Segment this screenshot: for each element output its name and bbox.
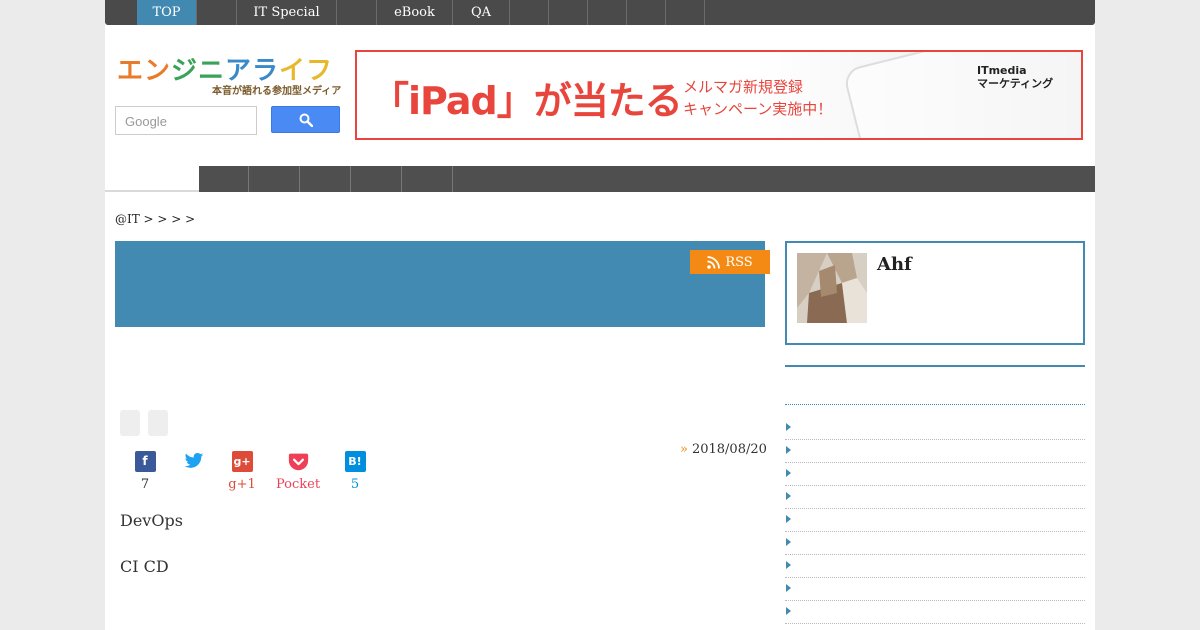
- banner-text: メルマガ新規登録 キャンペーン実施中！: [683, 76, 832, 120]
- share-pocket[interactable]: Pocket: [271, 451, 325, 492]
- bullet-arrow-icon: [786, 607, 791, 615]
- nav-item-9[interactable]: [588, 0, 627, 25]
- share-google-plus[interactable]: g+ g+1: [217, 451, 267, 492]
- pocket-icon: [288, 453, 308, 471]
- sidebar-link[interactable]: [785, 463, 1085, 486]
- sidebar-link[interactable]: [785, 601, 1085, 624]
- sub-nav-item[interactable]: [402, 166, 453, 192]
- share-facebook[interactable]: f 7: [120, 451, 170, 492]
- logo-tagline: 本音が語れる参加型メディア: [212, 86, 342, 97]
- sidebar-divider: [785, 365, 1085, 367]
- nav-item-10[interactable]: [627, 0, 666, 25]
- author-name[interactable]: Ahf: [877, 254, 912, 275]
- bullet-arrow-icon: [786, 584, 791, 592]
- sidebar-link[interactable]: [785, 486, 1085, 509]
- author-profile: Ahf: [785, 241, 1085, 345]
- sidebar-link[interactable]: [785, 555, 1085, 578]
- banner-headline: 「iPad」が当たる: [371, 79, 683, 123]
- avatar-image: [797, 253, 867, 323]
- site-logo[interactable]: エンジニアライフ 本音が語れる参加型メディア: [117, 50, 342, 100]
- tag-pill[interactable]: [120, 410, 140, 436]
- sub-nav-item[interactable]: [199, 166, 249, 192]
- article-paragraph-2: CI CD: [120, 557, 169, 576]
- rss-icon: [707, 255, 721, 269]
- top-nav: TOP IT Special eBook QA: [105, 0, 1095, 25]
- share-twitter[interactable]: [169, 451, 219, 476]
- sidebar-dotted-divider: [785, 404, 1085, 405]
- bullet-arrow-icon: [786, 538, 791, 546]
- bullet-arrow-icon: [786, 469, 791, 477]
- nav-item-4[interactable]: [337, 0, 377, 25]
- sub-nav-home[interactable]: [105, 166, 199, 192]
- sub-nav-item[interactable]: [300, 166, 351, 192]
- sidebar-link[interactable]: [785, 509, 1085, 532]
- banner-line-1: メルマガ新規登録: [683, 78, 804, 96]
- twitter-icon: [184, 453, 204, 468]
- sub-nav-item[interactable]: [249, 166, 300, 192]
- date-arrow-icon: »: [680, 442, 688, 457]
- banner-brand-top: ITmedia: [977, 64, 1027, 77]
- facebook-icon: f: [134, 451, 156, 472]
- sidebar-link[interactable]: [785, 417, 1085, 440]
- avatar[interactable]: [797, 253, 867, 323]
- hatena-bookmark-icon: B!: [344, 451, 366, 472]
- article-paragraph-1: DevOps: [120, 511, 183, 530]
- bullet-arrow-icon: [786, 561, 791, 569]
- pocket-label: Pocket: [275, 477, 321, 492]
- hatena-count: 5: [350, 477, 360, 492]
- nav-item-2[interactable]: [197, 0, 237, 25]
- tag-pill[interactable]: [148, 410, 168, 436]
- sub-nav: [105, 166, 1095, 192]
- logo-glyph: エン: [117, 56, 172, 86]
- sidebar-link[interactable]: [785, 532, 1085, 555]
- google-plus-count: g+1: [228, 477, 256, 492]
- publish-date: » 2018/08/20: [680, 442, 767, 457]
- banner-brand: ITmedia マーケティング: [977, 64, 1053, 90]
- bullet-arrow-icon: [786, 492, 791, 500]
- search-button[interactable]: [271, 106, 340, 133]
- bullet-arrow-icon: [786, 515, 791, 523]
- sub-nav-filler: [453, 166, 1095, 192]
- nav-item-11[interactable]: [666, 0, 705, 25]
- nav-item-qa[interactable]: QA: [453, 0, 510, 25]
- date-text: 2018/08/20: [691, 442, 767, 457]
- facebook-count: 7: [140, 477, 150, 492]
- share-hatena[interactable]: B! 5: [330, 451, 380, 492]
- nav-item-7[interactable]: [510, 0, 549, 25]
- nav-item-top[interactable]: TOP: [137, 0, 197, 25]
- sidebar-link[interactable]: [785, 578, 1085, 601]
- search-input[interactable]: Google: [115, 106, 257, 135]
- search-icon: [299, 113, 313, 127]
- sub-nav-item[interactable]: [351, 166, 402, 192]
- banner-brand-bottom: マーケティング: [977, 77, 1054, 90]
- banner-line-2: キャンペーン実施中！: [683, 100, 833, 118]
- page: TOP IT Special eBook QA エンジニアライフ 本音が語れる参…: [105, 0, 1095, 630]
- ad-banner[interactable]: 「iPad」が当たる メルマガ新規登録 キャンペーン実施中！ ITmedia マ…: [355, 50, 1083, 140]
- article-header: [115, 241, 765, 327]
- sidebar-link[interactable]: [785, 440, 1085, 463]
- breadcrumb[interactable]: @IT > > > >: [115, 212, 195, 226]
- rss-label: RSS: [725, 254, 753, 270]
- nav-item-8[interactable]: [549, 0, 588, 25]
- google-plus-icon: g+: [231, 451, 253, 472]
- nav-item-it-special[interactable]: IT Special: [237, 0, 337, 25]
- bullet-arrow-icon: [786, 423, 791, 431]
- rss-button[interactable]: RSS: [690, 250, 770, 274]
- nav-item-ebook[interactable]: eBook: [377, 0, 453, 25]
- bullet-arrow-icon: [786, 446, 791, 454]
